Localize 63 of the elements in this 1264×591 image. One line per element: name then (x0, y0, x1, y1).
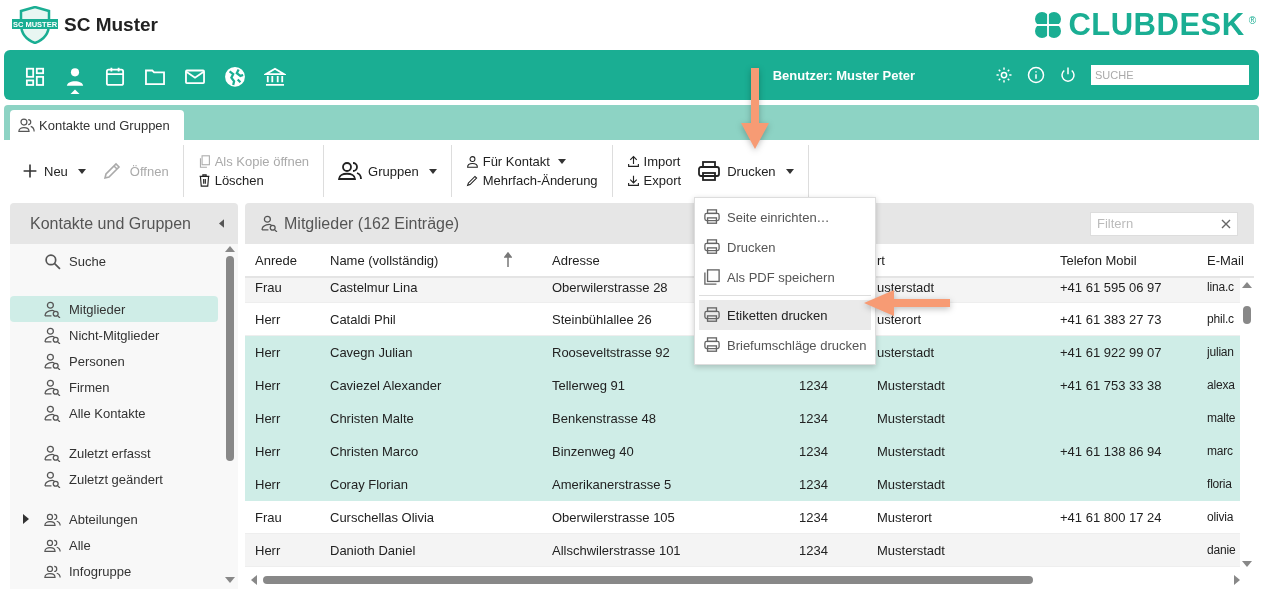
table-cell: Frau (255, 509, 282, 525)
table-cell: Herr (255, 344, 281, 360)
table-cell: +41 61 922 99 07 (1060, 344, 1162, 360)
table-cell: Herr (255, 443, 281, 459)
table-cell: lina.c (1207, 280, 1234, 294)
table-cell: Musterort (877, 509, 932, 525)
table-cell: julian (1207, 345, 1234, 359)
table-cell: Herr (255, 476, 281, 492)
table-cell: Christen Marco (330, 443, 419, 459)
table-cell: malte (1207, 411, 1236, 425)
table-cell: phil.c (1207, 312, 1234, 326)
table-cell: Coray Florian (330, 476, 409, 492)
table-cell: Danioth Daniel (330, 542, 416, 558)
club-name: SC Muster (64, 14, 158, 36)
sidebar-title: Kontakte und Gruppen (30, 214, 191, 233)
table-cell: +41 61 138 86 94 (1060, 443, 1162, 459)
table-cell: alexa (1207, 378, 1235, 392)
table-cell: Benkenstrasse 48 (552, 410, 657, 426)
table-cell: Caviezel Alexander (330, 377, 442, 393)
table-cell: danie (1207, 543, 1236, 557)
table-cell: Steinbühlallee 26 (552, 311, 652, 327)
table-cell: +41 61 383 27 73 (1060, 311, 1162, 327)
table-cell: Amerikanerstrasse 5 (552, 476, 672, 492)
table-cell: 1234 (799, 542, 828, 558)
table-cell: 1234 (799, 476, 828, 492)
table-cell: Musterstadt (877, 377, 945, 393)
table-cell: Castelmur Lina (330, 280, 418, 295)
table-cell: 1234 (799, 443, 828, 459)
table-cell: floria (1207, 477, 1232, 491)
table-cell: olivia (1207, 510, 1234, 524)
table-cell: Herr (255, 377, 281, 393)
table-cell: Frau (255, 280, 282, 295)
table-cell: Musterstadt (877, 443, 945, 459)
table-cell: Allschwilerstrasse 101 (552, 542, 681, 558)
table-cell: usterstadt (877, 280, 935, 295)
table-cell: Tellerweg 91 (552, 377, 625, 393)
table-cell: marc (1207, 444, 1233, 458)
table-cell: Musterstadt (877, 542, 945, 558)
table-cell: usterstadt (877, 344, 935, 360)
table-cell: Rooseveltstrasse 92 (552, 344, 670, 360)
list-title: Mitglieder (162 Einträge) (284, 214, 460, 233)
user-label: Benutzer: Muster Peter (772, 67, 915, 83)
table-cell: usterort (877, 311, 922, 327)
registered-mark: ® (1248, 15, 1256, 26)
table-cell: Cataldi Phil (330, 311, 396, 327)
table-cell: Herr (255, 311, 281, 327)
table-cell: Cavegn Julian (330, 344, 413, 360)
table-cell: +41 61 753 33 38 (1060, 377, 1162, 393)
table-cell: Musterstadt (877, 410, 945, 426)
table-cell: Herr (255, 410, 281, 426)
table-cell: +41 61 800 17 24 (1060, 509, 1162, 525)
table-cell: 1234 (799, 377, 828, 393)
table-cell: Christen Malte (330, 410, 414, 426)
table-cell: Curschellas Olivia (330, 509, 435, 525)
table-cell: Oberwilerstrasse 105 (552, 509, 675, 525)
table-cell: 1234 (799, 509, 828, 525)
table-cell: Musterstadt (877, 476, 945, 492)
brand-logo-text: CLUBDESK (1068, 7, 1245, 43)
table-cell: 1234 (799, 410, 828, 426)
table-cell: +41 61 595 06 97 (1060, 280, 1162, 295)
table-cell: Oberwilerstrasse 28 (552, 280, 668, 295)
table-cell: Herr (255, 542, 281, 558)
table-cell: Binzenweg 40 (552, 443, 634, 459)
